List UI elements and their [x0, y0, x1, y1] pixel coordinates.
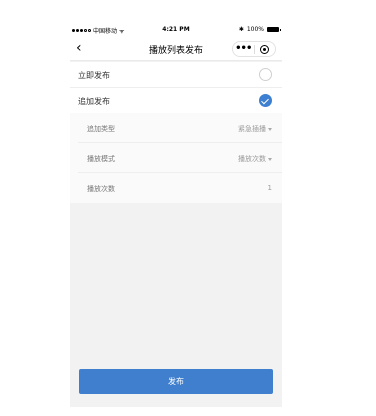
append-type-select[interactable]: 紧急插播	[238, 124, 272, 134]
battery-icon	[267, 27, 281, 32]
status-right: ✱ 100%	[238, 26, 281, 33]
caret-down-icon	[268, 158, 272, 161]
phone-screen: 中国移动 ᯤ 4:21 PM ✱ 100% ‹ 播放列表发布 ••• 立即发布 …	[70, 23, 282, 407]
battery-percent: 100%	[246, 26, 264, 33]
setting-value: 紧急插播	[238, 125, 266, 133]
bluetooth-icon: ✱	[238, 26, 244, 33]
setting-value: 播放次数	[238, 155, 266, 163]
option-label: 立即发布	[78, 71, 110, 80]
play-mode-select[interactable]: 播放次数	[238, 154, 272, 164]
navigation-bar: ‹ 播放列表发布 •••	[70, 37, 282, 61]
caret-down-icon	[268, 128, 272, 131]
setting-label: 播放次数	[87, 185, 115, 193]
option-publish-now[interactable]: 立即发布	[70, 62, 282, 88]
append-settings: 追加类型 紧急插播 播放模式 播放次数 播放次数 1	[70, 113, 282, 203]
setting-play-mode[interactable]: 播放模式 播放次数	[78, 143, 282, 173]
more-dots-icon[interactable]: •••	[233, 44, 254, 54]
radio-unchecked-icon[interactable]	[259, 68, 272, 81]
mini-program-capsule: •••	[232, 41, 276, 57]
play-count-input[interactable]: 1	[268, 184, 272, 192]
setting-label: 播放模式	[87, 155, 115, 163]
option-label: 追加发布	[78, 97, 110, 106]
status-bar: 中国移动 ᯤ 4:21 PM ✱ 100%	[70, 23, 282, 37]
publish-button[interactable]: 发布	[79, 369, 273, 394]
setting-append-type[interactable]: 追加类型 紧急插播	[78, 113, 282, 143]
radio-checked-icon[interactable]	[259, 94, 272, 107]
option-append-publish[interactable]: 追加发布	[70, 88, 282, 114]
target-circle-icon[interactable]	[255, 44, 276, 54]
setting-play-count[interactable]: 播放次数 1	[78, 173, 282, 203]
setting-label: 追加类型	[87, 125, 115, 133]
